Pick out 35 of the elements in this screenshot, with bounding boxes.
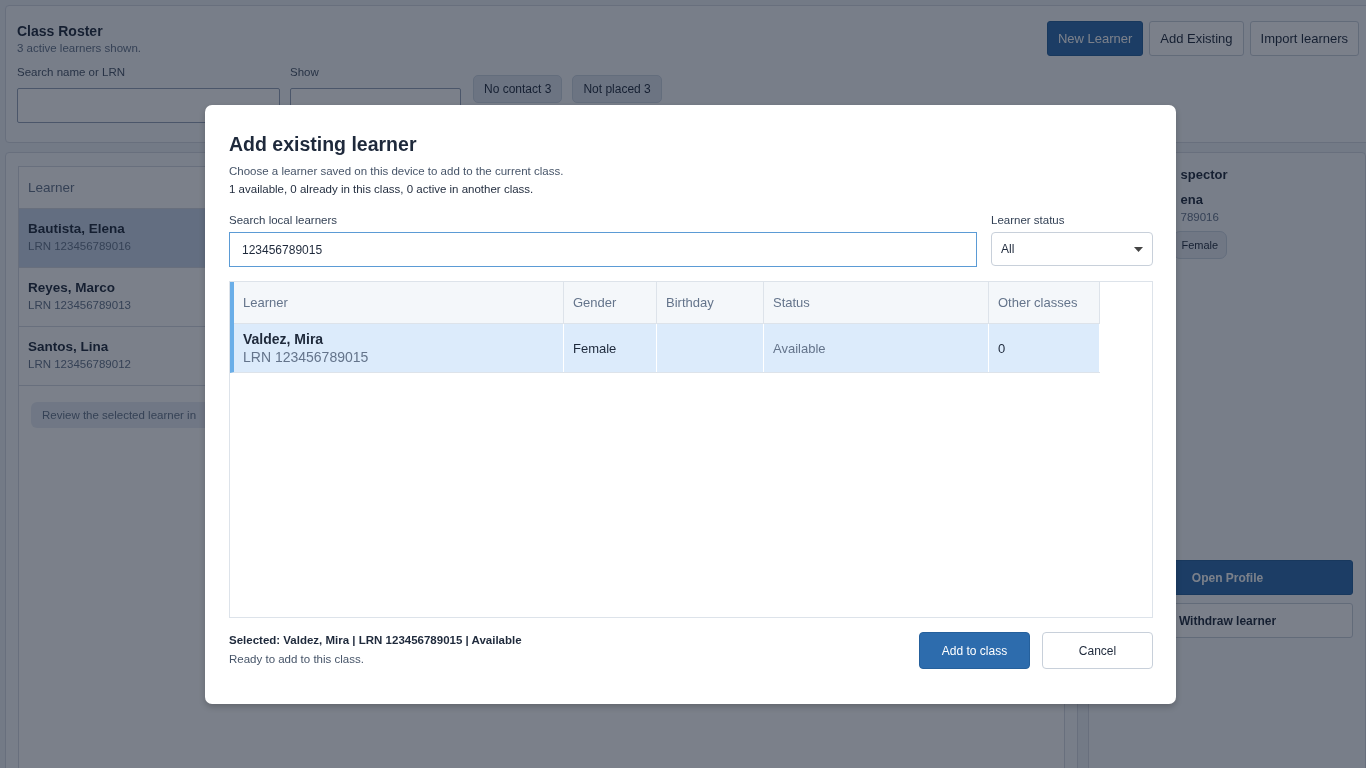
learner-lrn: LRN 123456789015: [243, 349, 369, 365]
selection-note: Ready to add to this class.: [229, 653, 365, 665]
search-field[interactable]: 123456789015: [229, 232, 977, 267]
table-cell: 0: [998, 340, 1006, 356]
field-label: Search name or LRN: [17, 66, 127, 78]
dialog-button[interactable]: Add to class: [919, 632, 1030, 669]
page-title: Class Roster: [17, 23, 104, 39]
inspector-title: spector: [1180, 167, 1229, 182]
status-select[interactable]: All: [991, 232, 1153, 266]
table-cell: Female: [573, 340, 617, 356]
learner-name: ena: [1180, 192, 1204, 207]
field-label: Learner status: [991, 214, 1066, 226]
toolbar-button[interactable]: Add Existing: [1149, 21, 1244, 56]
availability-summary: 1 available, 0 already in this class, 0 active in another class.: [229, 183, 535, 195]
learner-name: Bautista, Elena: [28, 221, 125, 236]
selection-summary: Selected: Valdez, Mira | LRN 123456789015 | Available: [229, 634, 522, 646]
learner-count: 3 active learners shown.: [17, 42, 142, 54]
learner-name: Reyes, Marco: [28, 280, 116, 295]
field-label: Search local learners: [229, 214, 339, 226]
dropdown-caret-icon: [1134, 246, 1143, 252]
toolbar-button[interactable]: Import learners: [1249, 21, 1359, 56]
learner-name: Valdez, Mira: [243, 331, 324, 347]
table-row[interactable]: Valdez, Mira LRN 123456789015 Female Available 0: [230, 324, 1100, 373]
learner-name: Santos, Lina: [28, 339, 109, 354]
filter-chip[interactable]: Not placed 3: [572, 75, 662, 103]
dialog-description: Choose a learner saved on this device to add to the current class.: [229, 165, 565, 177]
dialog-title: Add existing learner: [229, 133, 418, 156]
learner-lrn: 789016: [1180, 211, 1220, 223]
dialog-button[interactable]: Cancel: [1042, 632, 1153, 669]
learner-lrn: LRN 123456789013: [28, 299, 131, 311]
field-label: Show: [290, 66, 320, 78]
toolbar-button[interactable]: New Learner: [1046, 21, 1144, 56]
table-cell: Available: [773, 340, 826, 356]
filter-chip[interactable]: No contact 3: [473, 75, 563, 103]
learner-lrn: LRN 123456789012: [28, 358, 131, 370]
